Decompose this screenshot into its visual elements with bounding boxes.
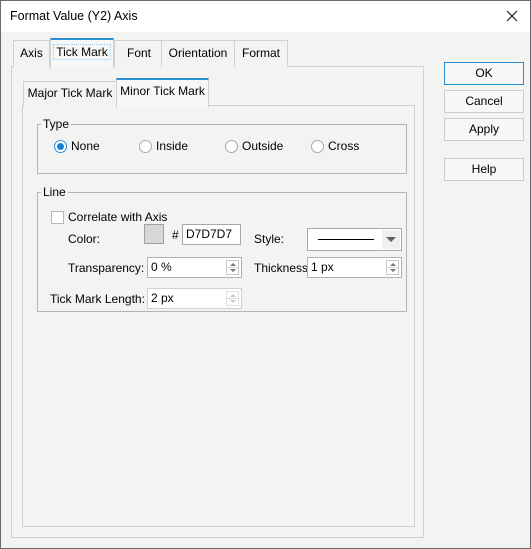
cancel-button[interactable]: Cancel (444, 90, 524, 113)
color-swatch[interactable] (144, 224, 164, 244)
radio-none[interactable]: None (54, 139, 100, 153)
type-group-label: Type (43, 117, 70, 131)
close-button[interactable] (500, 5, 524, 27)
tab-label: Format (241, 46, 280, 60)
line-group-label: Line (43, 185, 66, 199)
tab-label: Font (126, 46, 151, 60)
subtab-label: Minor Tick Mark (120, 84, 205, 98)
help-button[interactable]: Help (444, 158, 524, 181)
tab-label: Orientation (168, 46, 228, 60)
thickness-label: Thickness: (254, 261, 312, 275)
subtab-major-tick-mark[interactable]: Major Tick Mark (23, 81, 117, 106)
tab-orientation[interactable]: Orientation (161, 40, 235, 67)
ok-button[interactable]: OK (444, 62, 524, 85)
correlate-label: Correlate with Axis (68, 210, 168, 224)
radio-label: None (71, 139, 100, 153)
correlate-checkbox[interactable] (51, 211, 64, 224)
apply-button[interactable]: Apply (444, 118, 524, 141)
solid-line-icon (318, 239, 374, 240)
close-icon (506, 10, 518, 22)
tick-length-stepper[interactable]: 2 px (147, 288, 242, 309)
stepper-arrows-icon[interactable] (226, 291, 239, 306)
stepper-arrows-icon[interactable] (226, 260, 239, 275)
style-label: Style: (254, 232, 285, 246)
transparency-value: 0 % (151, 260, 172, 274)
window-title: Format Value (Y2) Axis (10, 9, 138, 23)
stepper-arrows-icon[interactable] (386, 260, 399, 275)
tab-tick-mark[interactable]: Tick Mark (50, 38, 114, 68)
subtab-label: Major Tick Mark (27, 86, 113, 100)
tick-length-label: Tick Mark Length: (50, 292, 145, 306)
transparency-stepper[interactable]: 0 % (147, 257, 242, 278)
subtab-minor-tick-mark[interactable]: Minor Tick Mark (116, 78, 209, 107)
radio-selected-icon (54, 139, 67, 153)
color-label: Color: (68, 232, 101, 246)
radio-label: Inside (156, 139, 189, 153)
tab-axis[interactable]: Axis (13, 40, 50, 67)
radio-cross[interactable]: Cross (311, 139, 359, 153)
radio-icon (311, 139, 324, 153)
chevron-down-icon[interactable] (382, 230, 400, 249)
thickness-stepper[interactable]: 1 px (307, 257, 402, 278)
tab-format[interactable]: Format (234, 40, 288, 67)
radio-icon (139, 139, 152, 153)
thickness-value: 1 px (311, 260, 334, 274)
title-bar: Format Value (Y2) Axis (1, 1, 530, 32)
radio-inside[interactable]: Inside (139, 139, 188, 153)
tab-label: Tick Mark (53, 44, 111, 60)
style-select[interactable] (307, 228, 402, 251)
color-hex-input[interactable]: D7D7D7 (182, 224, 241, 245)
color-hash: # (172, 228, 179, 242)
transparency-label: Transparency: (68, 261, 145, 275)
radio-outside[interactable]: Outside (225, 139, 283, 153)
radio-label: Cross (328, 139, 360, 153)
dialog-window: Format Value (Y2) Axis Axis Tick Mark Fo… (0, 0, 531, 549)
radio-icon (225, 139, 238, 153)
radio-label: Outside (242, 139, 284, 153)
tab-label: Axis (20, 46, 43, 60)
tick-length-value: 2 px (151, 291, 174, 305)
tab-font[interactable]: Font (114, 40, 164, 67)
